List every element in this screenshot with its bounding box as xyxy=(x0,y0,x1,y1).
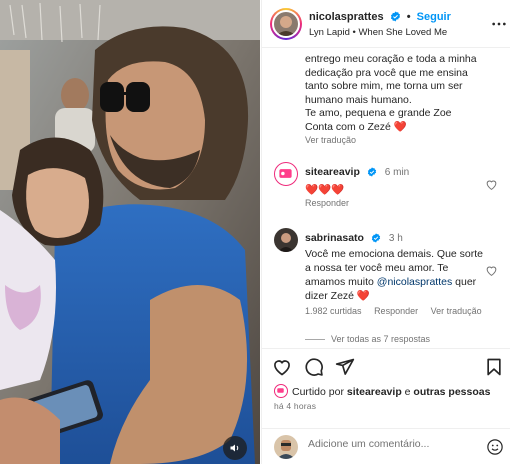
verified-badge-icon xyxy=(372,233,381,243)
author-avatar[interactable] xyxy=(270,8,302,40)
comment-translate-link[interactable]: Ver tradução xyxy=(431,306,482,316)
heart-icon[interactable] xyxy=(272,357,292,377)
comment-avatar[interactable] xyxy=(274,162,298,186)
comments-section[interactable]: entrego meu coração e toda a minha dedic… xyxy=(262,48,510,348)
post-caption: entrego meu coração e toda a minha dedic… xyxy=(305,53,495,134)
verified-badge-icon xyxy=(390,11,400,22)
post-photo[interactable] xyxy=(0,0,260,464)
caption-line: Conta com o Zezé ❤️ xyxy=(305,120,407,133)
caption-line: dedicação pra você que me ensina xyxy=(305,66,468,79)
share-icon[interactable] xyxy=(335,357,355,377)
comment-item: sitearea​vip 6 min ❤️❤️❤️ xyxy=(305,162,485,197)
comment-username[interactable]: sitearea​vip xyxy=(305,166,360,178)
audio-label[interactable]: Lyn Lapid • When She Loved Me xyxy=(309,27,447,38)
caption-translate-link[interactable]: Ver tradução xyxy=(305,135,356,145)
caption-line: Te amo, pequena e grande Zoe xyxy=(305,107,452,119)
likes-count[interactable]: 1.982 curtidas xyxy=(305,306,362,316)
author-username[interactable]: nicolasprattes xyxy=(309,11,384,23)
liked-by-avatar[interactable] xyxy=(274,384,288,398)
comment-text: Você me emociona demais. Que sorte a nos… xyxy=(305,247,485,303)
emoji-icon[interactable] xyxy=(486,438,504,456)
posted-time[interactable]: há 4 horas xyxy=(274,401,316,411)
comment-input[interactable] xyxy=(308,438,478,450)
post-actions: Curtido por siteareavip e outras pessoas… xyxy=(262,348,510,428)
current-user-avatar xyxy=(274,435,298,459)
caption-line: tanto sobre mim, me torna um ser xyxy=(305,80,463,92)
comment-username[interactable]: sabrinasato xyxy=(305,232,364,244)
speaker-icon xyxy=(230,444,239,452)
comment-like-heart-icon[interactable] xyxy=(485,264,498,277)
liked-by-user[interactable]: siteareavip xyxy=(347,386,402,398)
post-header: nicolasprattes • Seguir Lyn Lapid • When… xyxy=(262,0,510,48)
liked-by: Curtido por siteareavip e outras pessoas xyxy=(274,384,490,398)
comment-meta: Responder xyxy=(305,198,359,208)
comment-avatar[interactable] xyxy=(274,228,298,252)
comment-text: ❤️❤️❤️ xyxy=(305,184,345,196)
view-replies-button[interactable]: Ver todas as 7 respostas xyxy=(305,334,430,344)
follow-button[interactable]: Seguir xyxy=(417,11,451,23)
photo-scene xyxy=(0,0,260,464)
reply-button[interactable]: Responder xyxy=(374,306,418,316)
bookmark-icon[interactable] xyxy=(484,357,504,377)
comment-time: 3 h xyxy=(388,233,403,244)
comment-time: 6 min xyxy=(384,167,410,178)
mention-link[interactable]: @nicolasprattes xyxy=(377,276,452,288)
comment-meta: 1.982 curtidas Responder Ver tradução xyxy=(305,306,492,316)
liked-by-mid: e xyxy=(401,386,414,398)
mute-toggle-button[interactable] xyxy=(223,436,247,460)
reply-button[interactable]: Responder xyxy=(305,198,349,208)
caption-line: humano mais humano. xyxy=(305,93,412,106)
view-replies-label: Ver todas as 7 respostas xyxy=(331,334,431,344)
replies-divider xyxy=(305,339,325,341)
caption-line: entrego meu coração e toda a minha xyxy=(305,53,477,65)
liked-by-prefix: Curtido por xyxy=(292,386,347,398)
comment-like-heart-icon[interactable] xyxy=(485,178,498,191)
separator-dot: • xyxy=(406,11,411,23)
comment-item: sabrinasato 3 h Você me emociona demais.… xyxy=(305,228,485,303)
add-comment-bar xyxy=(262,428,510,464)
comment-icon[interactable] xyxy=(304,357,324,377)
author-line: nicolasprattes • Seguir xyxy=(309,11,451,23)
post-panel: nicolasprattes • Seguir Lyn Lapid • When… xyxy=(261,0,510,464)
more-options-icon[interactable] xyxy=(491,16,507,32)
liked-by-others[interactable]: outras pessoas xyxy=(413,386,490,398)
verified-badge-icon xyxy=(368,167,377,177)
